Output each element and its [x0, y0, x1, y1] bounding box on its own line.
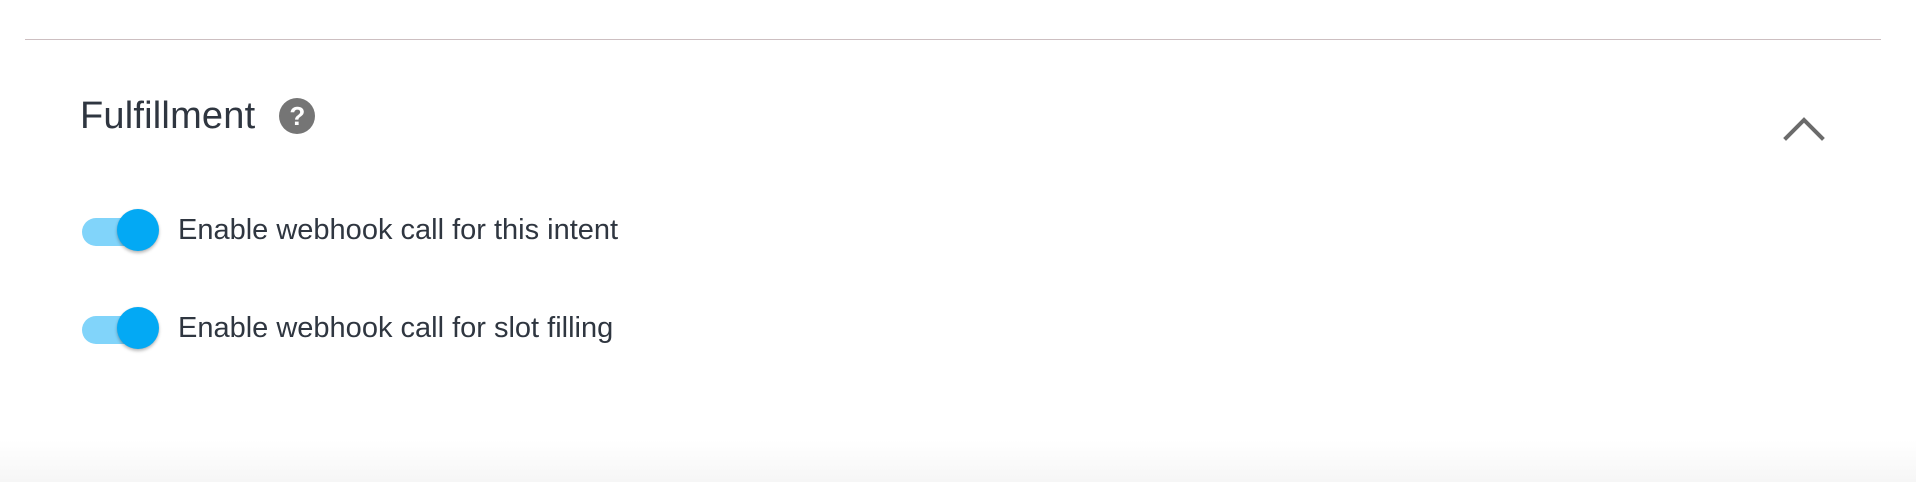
section-divider	[25, 39, 1881, 40]
webhook-slot-filling-toggle-row: Enable webhook call for slot filling	[80, 303, 613, 353]
toggle-thumb	[117, 209, 159, 251]
section-header: Fulfillment ?	[80, 88, 316, 144]
help-icon[interactable]: ?	[279, 98, 316, 134]
panel-bottom-edge	[0, 440, 1916, 482]
collapse-section-button[interactable]	[1780, 108, 1828, 148]
webhook-intent-toggle[interactable]	[80, 205, 160, 255]
section-title: Fulfillment	[80, 94, 256, 137]
chevron-up-icon	[1783, 117, 1825, 141]
fulfillment-panel: Fulfillment ? Enable webhook call for th…	[0, 0, 1916, 482]
webhook-intent-label: Enable webhook call for this intent	[178, 213, 619, 246]
webhook-slot-filling-label: Enable webhook call for slot filling	[178, 311, 614, 344]
webhook-intent-toggle-row: Enable webhook call for this intent	[80, 205, 618, 255]
webhook-slot-filling-toggle[interactable]	[80, 303, 160, 353]
toggle-thumb	[117, 307, 159, 349]
